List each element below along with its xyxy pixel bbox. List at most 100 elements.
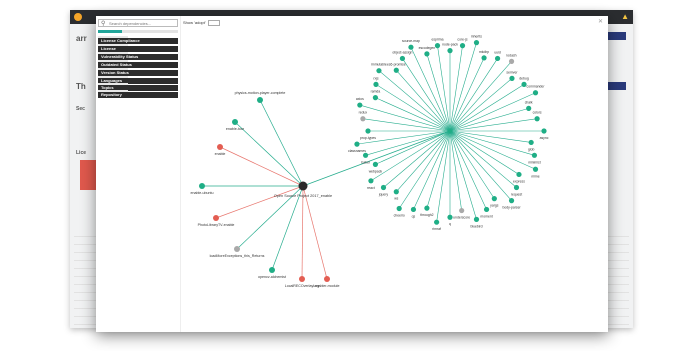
node-hub[interactable] [380,184,387,191]
node-hub[interactable] [509,75,515,81]
node-label[interactable]: semver [506,70,518,74]
node-label[interactable]: react [367,186,375,190]
node-hub[interactable] [532,166,539,172]
node-label[interactable]: source-map [402,39,420,43]
node-label[interactable]: glob [528,147,535,151]
node-hub[interactable] [447,214,453,220]
node-hub[interactable] [393,189,399,195]
node-hub[interactable] [360,116,366,122]
node-label[interactable]: es6-promise [387,62,406,66]
node-hub[interactable] [354,141,360,147]
node-hub[interactable] [424,205,430,211]
node-label[interactable]: opencv-alchemist [258,275,286,279]
bg-action-button[interactable] [608,32,626,40]
node-left[interactable] [199,183,205,189]
node-label[interactable]: prop-types [360,136,376,140]
node-label[interactable]: escodegen [419,46,436,50]
node-label[interactable]: ws [394,197,398,201]
bg-action-button-2[interactable] [608,82,626,90]
node-left[interactable] [257,97,263,103]
node-label[interactable]: express [513,179,525,183]
node-label[interactable]: ramda [371,90,381,94]
node-label[interactable]: mime [531,174,539,178]
node-label[interactable]: inherits [471,35,482,39]
node-hub[interactable] [516,171,522,178]
node-hub[interactable] [372,161,379,167]
node-hub[interactable] [362,152,369,158]
node-hub[interactable] [408,44,414,50]
node-hub[interactable] [541,128,547,134]
node-hub[interactable] [473,216,480,222]
node-left[interactable] [299,276,305,282]
node-label[interactable]: through2 [420,213,433,217]
search-box[interactable]: ⚲ [98,19,178,27]
node-label[interactable]: request [511,192,522,196]
node-left[interactable] [324,276,330,282]
node-label[interactable]: rimraf [432,227,441,231]
node-label[interactable]: webpack [369,169,383,173]
toggle-switch[interactable] [207,20,220,26]
node-hub[interactable] [459,207,465,214]
node-hub-center[interactable] [448,129,452,133]
node-label[interactable]: body-parser [503,206,522,210]
node-label[interactable]: bluebird [470,224,482,228]
node-label[interactable]: immutable [371,63,387,67]
node-label[interactable]: classnames [348,149,366,153]
node-label[interactable]: cheerio [394,213,405,217]
node-label[interactable]: axios [356,97,364,101]
node-left[interactable] [234,246,240,252]
node-label[interactable]: loadMoreExceptions_this_Returns [210,254,265,258]
node-label[interactable]: core-js [457,38,467,42]
node-label[interactable]: q [449,222,451,226]
node-hub[interactable] [447,48,453,54]
node-hub[interactable] [483,206,490,213]
node-hub[interactable] [508,198,515,204]
node-label[interactable]: enable-tour [226,127,245,131]
filter-header-7[interactable]: Repository [98,92,178,98]
node-hub[interactable] [473,40,480,46]
node-root[interactable] [298,181,308,191]
node-hub[interactable] [526,105,532,111]
node-label[interactable]: enable [215,152,226,156]
node-label[interactable]: moment [480,214,492,218]
node-label[interactable]: mkdirp [479,50,489,54]
node-left[interactable] [269,267,275,273]
node-label[interactable]: object-assign [392,50,412,54]
node-hub[interactable] [424,51,430,57]
node-label[interactable]: colors [533,111,542,115]
node-label[interactable]: chalk [525,100,533,104]
node-label[interactable]: debug [519,76,529,80]
node-hub[interactable] [513,184,520,191]
node-label[interactable]: babel [361,160,370,164]
node-hub[interactable] [376,68,382,74]
node-hub[interactable] [494,55,501,62]
node-label[interactable]: node-pack [442,43,458,47]
node-hub[interactable] [491,196,497,202]
node-label[interactable]: physics-motion-player-complete [235,91,286,95]
node-hub[interactable] [508,58,515,64]
node-hub[interactable] [368,178,374,184]
node-hub[interactable] [528,139,534,146]
node-label[interactable]: PhotoLibraryTV-enable [198,223,235,227]
node-label[interactable]: minimist [528,160,540,164]
node-label[interactable]: enable-ubuntu [191,191,214,195]
node-label[interactable]: redux [359,111,368,115]
node-hub[interactable] [481,55,487,61]
node-hub[interactable] [532,90,539,96]
node-label[interactable]: async [540,136,549,140]
node-label[interactable]: jquery [378,192,389,196]
node-label[interactable]: uuid [494,50,501,54]
node-hub[interactable] [410,206,417,213]
node-label[interactable]: qs [412,214,416,218]
node-hub[interactable] [372,95,379,101]
node-left[interactable] [232,119,238,125]
show-toggle[interactable]: Show 'adopt' [183,20,220,26]
node-hub[interactable] [396,205,402,212]
node-hub[interactable] [399,55,406,62]
node-hub[interactable] [534,116,540,122]
node-left[interactable] [217,144,223,150]
node-label[interactable]: esprima [431,38,443,42]
search-input[interactable] [109,20,175,26]
node-hub[interactable] [434,43,441,49]
node-label[interactable]: yargs [490,204,499,208]
